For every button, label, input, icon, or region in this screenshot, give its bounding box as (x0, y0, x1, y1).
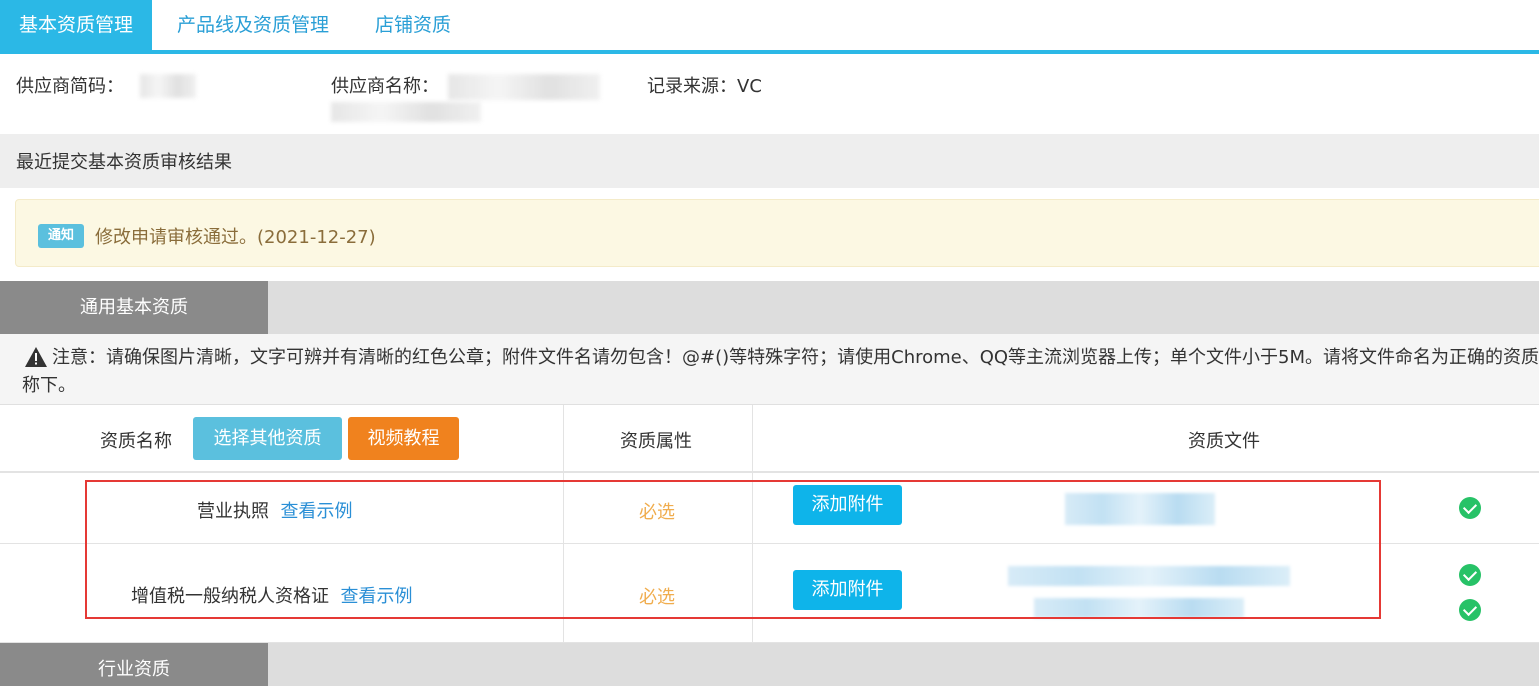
add-attachment-button[interactable]: 添加附件 (793, 485, 902, 525)
upload-warning: 注意：请确保图片清晰，文字可辨并有清晰的红色公章；附件文件名请勿包含！@#()等… (0, 334, 1539, 405)
column-divider (752, 405, 753, 643)
attached-file-redacted[interactable] (1008, 566, 1290, 586)
table-row: 营业执照 查看示例 必选 添加附件 (0, 473, 1539, 544)
audit-result-title: 最近提交基本资质审核结果 (16, 152, 232, 173)
header-qualification-file: 资质文件 (1188, 431, 1260, 452)
table-header: 资质名称 选择其他资质 视频教程 资质属性 资质文件 (0, 405, 1539, 473)
general-qualification-group: 通用基本资质 (0, 281, 1539, 335)
industry-qualification-label[interactable]: 行业资质 (0, 643, 268, 686)
header-qualification-name: 资质名称 (100, 431, 172, 452)
industry-qualification-group: 行业资质 (0, 643, 1539, 686)
supplier-name-redacted (448, 74, 600, 100)
supplier-name-redacted-line2 (331, 102, 481, 122)
audit-result-header: 最近提交基本资质审核结果 (0, 134, 1539, 188)
attached-file-redacted[interactable] (1034, 598, 1244, 618)
notice-message: 修改申请审核通过。(2021-12-27) (95, 227, 376, 248)
tab-store-qualification[interactable]: 店铺资质 (358, 0, 468, 50)
table-row: 增值税一般纳税人资格证 查看示例 必选 添加附件 (0, 544, 1539, 643)
supplier-code-label: 供应商简码： (16, 76, 124, 97)
general-qualification-label[interactable]: 通用基本资质 (0, 281, 268, 335)
check-circle-icon (1459, 564, 1481, 586)
supplier-name-label: 供应商名称： (331, 76, 439, 97)
required-attribute: 必选 (639, 587, 675, 608)
add-attachment-button[interactable]: 添加附件 (793, 570, 902, 610)
tab-bar: 基本资质管理 产品线及资质管理 店铺资质 (0, 0, 1539, 54)
supplier-code-redacted (140, 74, 196, 98)
header-qualification-attribute: 资质属性 (620, 431, 692, 452)
video-tutorial-button[interactable]: 视频教程 (348, 417, 459, 460)
check-circle-icon (1459, 497, 1481, 519)
view-example-link[interactable]: 查看示例 (340, 586, 412, 607)
required-attribute: 必选 (639, 502, 675, 523)
check-circle-icon (1459, 599, 1481, 621)
warning-text: 注意：请确保图片清晰，文字可辨并有清晰的红色公章；附件文件名请勿包含！@#()等… (22, 347, 1539, 396)
select-other-qualification-button[interactable]: 选择其他资质 (193, 417, 342, 460)
attached-file-redacted[interactable] (1065, 493, 1215, 525)
record-source-label: 记录来源：VC (647, 76, 762, 97)
tab-product-line-qualification[interactable]: 产品线及资质管理 (160, 0, 346, 50)
audit-notice: 通知 修改申请审核通过。(2021-12-27) (15, 199, 1539, 267)
column-divider (563, 405, 564, 643)
supplier-info: 供应商简码： 供应商名称： 记录来源：VC (0, 54, 1539, 134)
notice-badge: 通知 (38, 224, 84, 248)
qualification-name: 增值税一般纳税人资格证 查看示例 (131, 586, 413, 607)
view-example-link[interactable]: 查看示例 (280, 501, 352, 522)
record-source-value: VC (737, 76, 762, 97)
tab-basic-qualification[interactable]: 基本资质管理 (0, 0, 152, 50)
qualification-name: 营业执照 查看示例 (197, 501, 353, 522)
